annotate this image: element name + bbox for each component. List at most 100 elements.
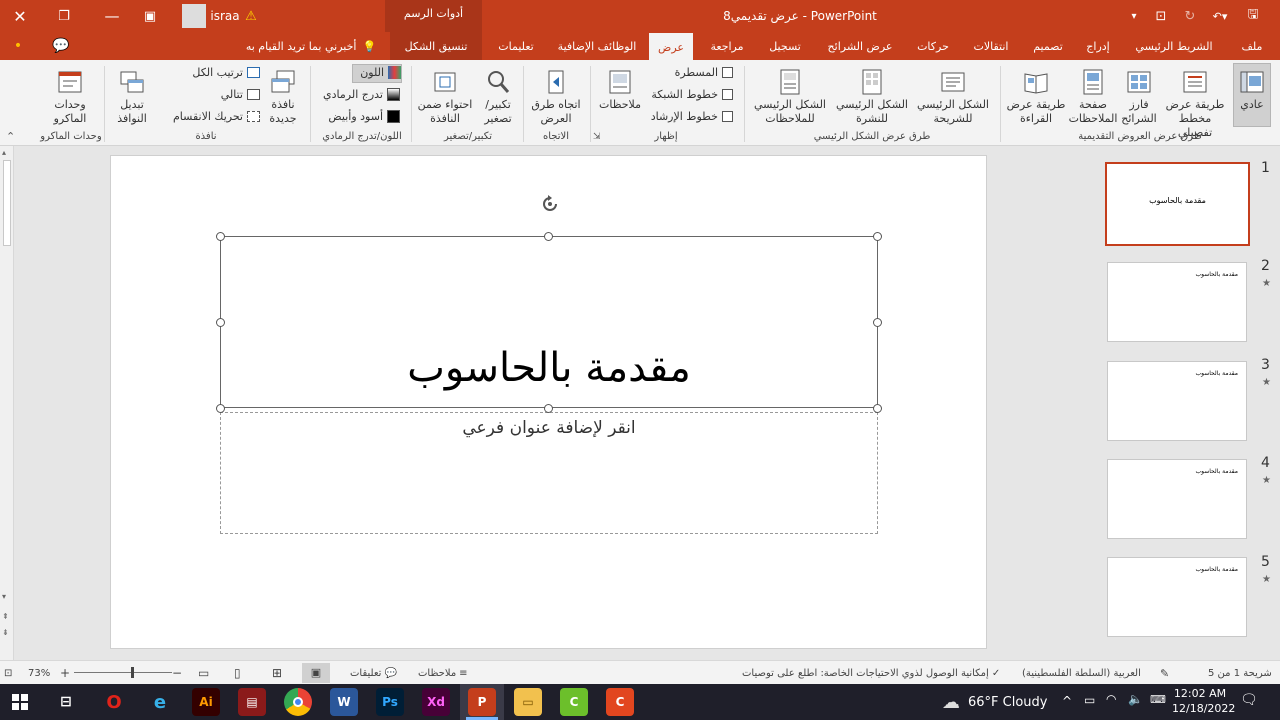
resize-handle[interactable] bbox=[216, 318, 225, 327]
scroll-up-icon[interactable]: ▴ bbox=[2, 148, 6, 157]
file-explorer-icon[interactable]: ▭ bbox=[514, 688, 542, 716]
collapse-ribbon-icon[interactable]: ⌃ bbox=[6, 130, 15, 143]
switch-windows-button[interactable]: تبديل النوافذ bbox=[108, 68, 156, 126]
left-scroll-strip[interactable]: ▴ ▾ ⇞ ⇟ bbox=[0, 146, 14, 660]
xd-icon[interactable]: Xd bbox=[422, 688, 450, 716]
word-icon[interactable]: W bbox=[330, 688, 358, 716]
gridlines-checkbox[interactable]: خطوط الشبكة bbox=[648, 88, 733, 101]
tab-view[interactable]: عرض bbox=[649, 33, 693, 61]
accessibility-status[interactable]: إمكانية الوصول لذوي الاحتياجات الخاصة: ا… bbox=[742, 661, 1000, 685]
sorter-view-status-icon[interactable]: ⊞ bbox=[272, 661, 282, 685]
tab-help[interactable]: تعليمات bbox=[492, 32, 540, 60]
slide-thumbnail[interactable]: مقدمة بالحاسوب bbox=[1107, 557, 1247, 637]
tab-slideshow[interactable]: عرض الشرائح bbox=[820, 32, 900, 60]
view-direction-button[interactable]: اتجاه طرق العرض bbox=[528, 68, 584, 126]
scroll-thumb[interactable] bbox=[3, 160, 11, 246]
present-icon[interactable]: ⊡ bbox=[1151, 0, 1171, 32]
zoom-in-icon[interactable]: + bbox=[60, 661, 70, 685]
slideshow-view-icon[interactable]: ▭ bbox=[198, 661, 209, 685]
notes-master-button[interactable]: الشكل الرئيسي للملاحظات bbox=[750, 68, 830, 126]
outline-view-button[interactable]: طريقة عرض مخطط تفصيلي bbox=[1162, 68, 1228, 140]
resize-handle[interactable] bbox=[544, 404, 553, 413]
user-name[interactable]: israa bbox=[210, 0, 240, 32]
wifi-icon[interactable]: ◠ bbox=[1106, 692, 1116, 706]
reading-view-button[interactable]: طريقة عرض القراءة bbox=[1006, 68, 1066, 126]
notes-status-button[interactable]: ملاحظات ≡ bbox=[418, 661, 468, 685]
new-window-button[interactable]: نافذة جديدة bbox=[262, 68, 304, 126]
resize-handle[interactable] bbox=[873, 404, 882, 413]
slide-sorter-button[interactable]: فارز الشرائح bbox=[1118, 68, 1160, 126]
qat-dropdown-icon[interactable]: ▾ bbox=[1125, 0, 1143, 32]
close-icon[interactable]: ✕ bbox=[6, 0, 34, 32]
notes-button[interactable]: ملاحظات bbox=[596, 68, 644, 112]
fit-slide-icon[interactable]: ⊡ bbox=[4, 661, 12, 685]
black-white-button[interactable]: أسود وأبيض bbox=[318, 110, 400, 123]
next-slide-icon[interactable]: ⇟ bbox=[2, 628, 9, 637]
scroll-down-icon[interactable]: ▾ bbox=[2, 592, 6, 601]
slide-thumbnail[interactable]: مقدمة بالحاسوب bbox=[1107, 361, 1247, 441]
tab-format[interactable]: تنسيق الشكل bbox=[390, 32, 482, 60]
resize-handle[interactable] bbox=[873, 318, 882, 327]
chrome-icon[interactable] bbox=[284, 688, 312, 716]
task-view-icon[interactable]: ⊟ bbox=[52, 688, 80, 716]
slide-title-text[interactable]: مقدمة بالحاسوب bbox=[221, 237, 877, 407]
handout-master-button[interactable]: الشكل الرئيسي للنشرة bbox=[833, 68, 911, 126]
zoom-level[interactable]: 73% bbox=[28, 661, 50, 685]
tab-insert[interactable]: إدراج bbox=[1076, 32, 1120, 60]
guides-check-box[interactable] bbox=[722, 111, 733, 122]
camtasia-recorder-icon[interactable]: C bbox=[606, 688, 634, 716]
fit-to-window-button[interactable]: احتواء ضمن النافذة bbox=[416, 68, 474, 126]
illustrator-icon[interactable]: Ai bbox=[192, 688, 220, 716]
tray-chevron-icon[interactable]: ^ bbox=[1062, 694, 1072, 708]
ribbon-display-icon[interactable]: ▣ bbox=[136, 0, 164, 32]
slide-thumbnail[interactable]: مقدمة بالحاسوب bbox=[1107, 459, 1247, 539]
save-icon[interactable]: 🖫 bbox=[1242, 0, 1264, 32]
macros-button[interactable]: وحدات الماكرو bbox=[44, 68, 96, 126]
guides-checkbox[interactable]: خطوط الإرشاد bbox=[648, 110, 733, 123]
resize-handle[interactable] bbox=[544, 232, 553, 241]
arrange-all-button[interactable]: ترتيب الكل bbox=[190, 66, 260, 79]
slide-thumbnail[interactable]: مقدمة بالحاسوب bbox=[1105, 162, 1250, 246]
normal-view-status-button[interactable]: ▣ bbox=[302, 663, 330, 683]
grayscale-button[interactable]: تدرج الرمادي bbox=[318, 88, 400, 101]
reading-view-status-icon[interactable]: ▯ bbox=[234, 661, 241, 685]
undo-icon[interactable]: ↶▾ bbox=[1206, 0, 1234, 32]
zoom-button[interactable]: تكبير/ تصغير bbox=[476, 68, 520, 126]
windows-start-icon[interactable] bbox=[12, 694, 28, 710]
comments-icon[interactable]: 💬 bbox=[50, 32, 72, 60]
dialog-launcher-icon[interactable]: ⇲ bbox=[593, 132, 601, 142]
gridlines-check-box[interactable] bbox=[722, 89, 733, 100]
slide-thumbnail[interactable]: مقدمة بالحاسوب bbox=[1107, 262, 1247, 342]
spellcheck-icon[interactable]: ✎ bbox=[1160, 661, 1169, 685]
minimize-icon[interactable]: — bbox=[98, 0, 126, 32]
notifications-icon[interactable]: 🗨 bbox=[1240, 692, 1258, 708]
normal-view-button[interactable]: عادي bbox=[1232, 68, 1272, 112]
move-split-button[interactable]: تحريك الانقسام bbox=[164, 110, 260, 123]
weather-widget[interactable]: ☁ 66°F Cloudy bbox=[942, 684, 1047, 720]
tab-review[interactable]: مراجعة bbox=[701, 32, 753, 60]
language-status[interactable]: العربية (السلطة الفلسطينية) bbox=[1022, 661, 1141, 685]
edge-icon[interactable]: e bbox=[146, 688, 174, 716]
zoom-slider-thumb[interactable] bbox=[131, 667, 134, 678]
ruler-check-box[interactable] bbox=[722, 67, 733, 78]
clock[interactable]: 12:02 AM 12/18/2022 bbox=[1172, 686, 1235, 716]
tab-addins[interactable]: الوظائف الإضافية bbox=[552, 32, 642, 60]
comments-status-button[interactable]: تعليقات 💬 bbox=[350, 661, 397, 685]
warning-icon[interactable]: ⚠ bbox=[242, 0, 260, 32]
tab-transitions[interactable]: انتقالات bbox=[964, 32, 1018, 60]
ruler-checkbox[interactable]: المسطرة bbox=[648, 66, 733, 79]
rotate-handle-icon[interactable] bbox=[539, 193, 561, 215]
resize-handle[interactable] bbox=[873, 232, 882, 241]
prev-slide-icon[interactable]: ⇞ bbox=[2, 612, 9, 621]
volume-icon[interactable]: 🔈 bbox=[1128, 692, 1143, 706]
keyboard-icon[interactable]: ⌨ bbox=[1150, 693, 1166, 706]
color-button[interactable]: اللون bbox=[355, 66, 401, 79]
opera-icon[interactable]: O bbox=[100, 688, 128, 716]
tell-me-search[interactable]: أخبرني بما تريد القيام به 💡 bbox=[236, 32, 386, 60]
notes-page-button[interactable]: صفحة الملاحظات bbox=[1068, 68, 1118, 126]
battery-icon[interactable]: ▭ bbox=[1084, 693, 1095, 707]
avatar[interactable] bbox=[182, 4, 206, 28]
tab-record[interactable]: تسجيل bbox=[760, 32, 810, 60]
redo-icon[interactable]: ↻ bbox=[1180, 0, 1200, 32]
tab-file[interactable]: ملف bbox=[1232, 32, 1272, 60]
